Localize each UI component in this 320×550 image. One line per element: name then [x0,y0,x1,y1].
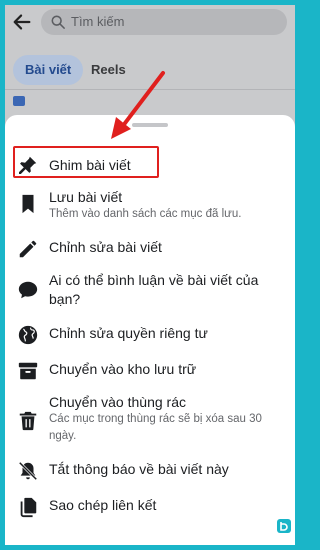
search-input[interactable]: Tìm kiếm [41,9,287,35]
menu-item-title-line2: bạn? [49,291,81,307]
archive-icon [18,362,38,380]
bookmark-icon [22,194,34,214]
bottom-sheet-menu: Ghim bài viết Lưu bài viết Thêm vào danh… [5,115,295,545]
menu-item-edit-privacy[interactable]: Chỉnh sửa quyền riêng tư [5,321,295,349]
highlight-box [13,146,159,178]
watermark-logo-icon [277,519,291,533]
menu-item-title: Chỉnh sửa quyền riêng tư [49,325,208,341]
menu-item-edit-post[interactable]: Chỉnh sửa bài viết [5,235,295,263]
profile-badge-icon [13,96,25,106]
menu-item-title: Chỉnh sửa bài viết [49,239,162,255]
menu-item-archive[interactable]: Chuyển vào kho lưu trữ [5,357,295,385]
comment-icon [18,281,38,299]
bell-off-icon [18,461,38,481]
phone-screen: Tìm kiếm Bài viết Reels Ghim bài viết Lư… [5,5,295,545]
menu-item-subtitle-line1: Các mục trong thùng rác sẽ bị xóa sau 30 [49,413,262,425]
menu-item-subtitle-line2: ngày. [49,430,77,442]
menu-item-subtitle: Thêm vào danh sách các mục đã lưu. [49,208,242,220]
copy-icon [20,497,37,518]
menu-item-title: Chuyển vào kho lưu trữ [49,361,197,377]
tab-posts[interactable]: Bài viết [13,55,84,85]
menu-item-title: Sao chép liên kết [49,497,157,513]
search-placeholder: Tìm kiếm [71,14,125,29]
menu-item-who-can-comment[interactable]: Ai có thể bình luận về bài viết của bạn? [5,271,295,313]
menu-item-copy-link[interactable]: Sao chép liên kết [5,493,295,521]
menu-item-title-line1: Ai có thể bình luận về bài viết của [49,272,259,288]
top-bar: Tìm kiếm [5,5,295,41]
menu-item-title: Chuyển vào thùng rác [49,394,186,410]
menu-item-title: Tắt thông báo về bài viết này [49,461,229,477]
annotation-arrow-icon [111,71,165,139]
trash-icon [19,411,37,431]
globe-icon [18,325,38,345]
menu-item-move-to-trash[interactable]: Chuyển vào thùng rác Các mục trong thùng… [5,391,295,451]
search-icon [51,15,65,29]
menu-item-title: Lưu bài viết [49,189,123,205]
menu-item-save-post[interactable]: Lưu bài viết Thêm vào danh sách các mục … [5,187,295,227]
back-arrow-icon[interactable] [11,11,33,33]
pencil-icon [19,240,37,258]
menu-item-turn-off-notifications[interactable]: Tắt thông báo về bài viết này [5,457,295,485]
